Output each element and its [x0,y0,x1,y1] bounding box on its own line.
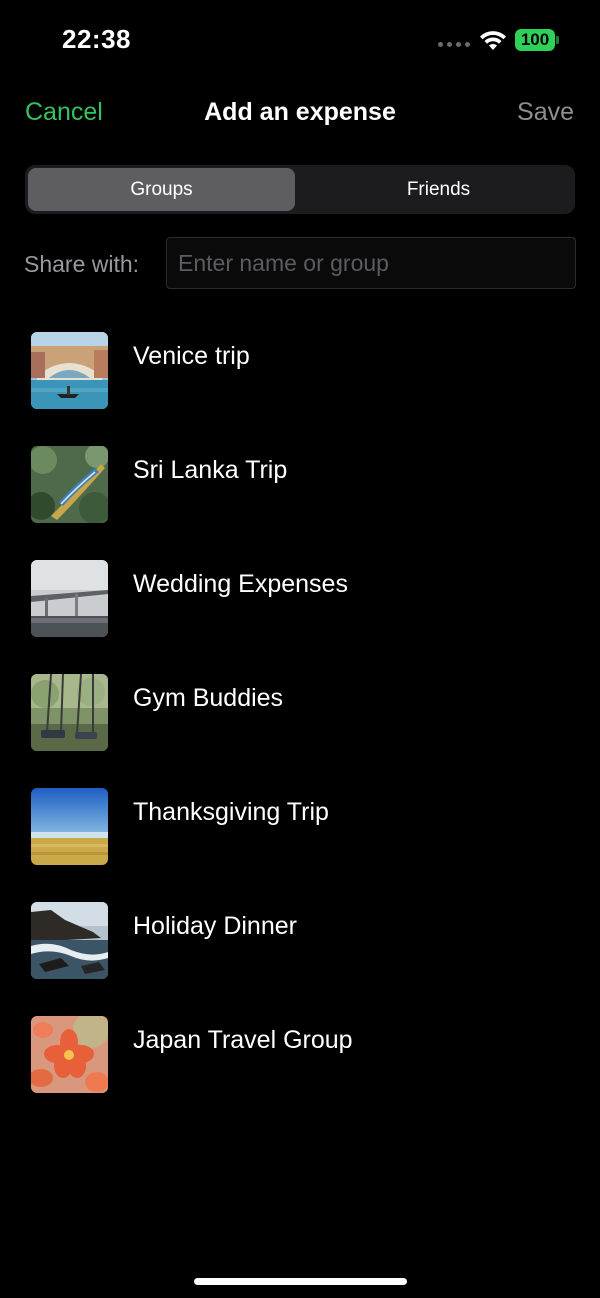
home-indicator[interactable] [194,1278,407,1285]
swings-photo [31,674,108,751]
orange-flowers-photo [31,1016,108,1093]
group-name: Venice trip [133,342,250,370]
cancel-button[interactable]: Cancel [25,98,103,127]
rocky-coast-photo [31,902,108,979]
share-with-label: Share with: [24,251,140,277]
share-with-input[interactable] [166,237,576,289]
group-name: Thanksgiving Trip [133,798,329,826]
save-button[interactable]: Save [517,98,574,127]
list-item[interactable]: Thanksgiving Trip [0,788,600,868]
group-name: Wedding Expenses [133,570,348,598]
segmented-control: Groups Friends [25,165,575,214]
list-item[interactable]: Japan Travel Group [0,1016,600,1096]
battery-icon: 100 [515,29,555,51]
list-item[interactable]: Sri Lanka Trip [0,446,600,526]
tab-groups[interactable]: Groups [28,168,295,211]
list-item[interactable]: Wedding Expenses [0,560,600,640]
venice-canal-photo [31,332,108,409]
train-in-forest-photo [31,446,108,523]
wifi-icon [480,31,506,50]
battery-cap [556,36,559,44]
list-item[interactable]: Gym Buddies [0,674,600,754]
field-and-sky-photo [31,788,108,865]
foggy-bridge-photo [31,560,108,637]
tab-friends[interactable]: Friends [305,168,572,211]
list-item[interactable]: Holiday Dinner [0,902,600,982]
group-name: Sri Lanka Trip [133,456,288,484]
group-name: Gym Buddies [133,684,284,712]
group-name: Holiday Dinner [133,912,297,940]
signal-dots-icon [438,42,470,47]
list-item[interactable]: Venice trip [0,332,600,412]
status-time: 22:38 [62,24,131,54]
status-bar: 22:38 100 [0,0,600,80]
group-name: Japan Travel Group [133,1026,353,1054]
